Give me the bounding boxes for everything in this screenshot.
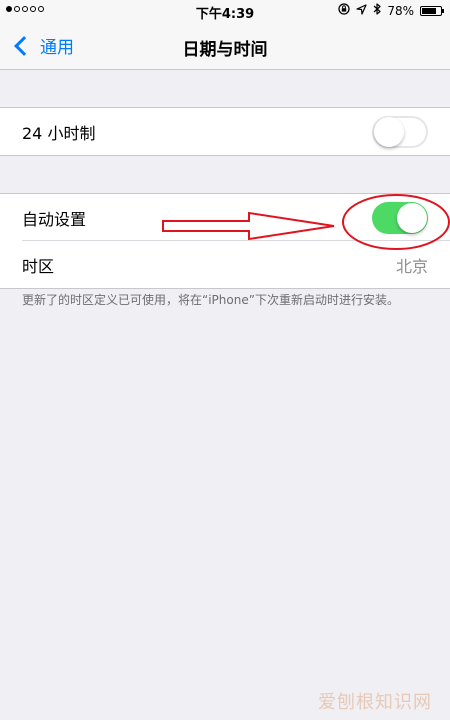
status-icons: 78%	[338, 3, 444, 18]
setting-row-auto-set: 自动设置	[0, 194, 450, 241]
twenty-four-hour-toggle[interactable]	[372, 115, 428, 148]
settings-group-time-format: 24 小时制	[0, 107, 450, 156]
auto-set-toggle[interactable]	[372, 201, 428, 234]
settings-group-auto: 自动设置 时区 北京	[0, 193, 450, 289]
time-zone-value: 北京	[395, 256, 428, 276]
setting-label-time-zone: 时区	[22, 256, 55, 276]
location-icon	[356, 3, 367, 18]
setting-row-time-zone[interactable]: 时区 北京	[0, 241, 450, 288]
page-title: 日期与时间	[182, 40, 268, 60]
setting-label-24-hour: 24 小时制	[22, 123, 96, 143]
battery-percent: 78%	[387, 3, 414, 18]
bluetooth-icon	[373, 3, 381, 18]
battery-icon	[420, 5, 444, 16]
setting-row-24-hour: 24 小时制	[0, 108, 450, 155]
battery-fill	[422, 7, 437, 14]
time-zone-footnote: 更新了的时区定义已可使用，将在“iPhone”下次重新启动时进行安装。	[22, 293, 399, 307]
setting-label-auto-set: 自动设置	[22, 209, 87, 229]
watermark: 爱刨根知识网	[318, 692, 432, 713]
status-bar: 下午4:39 78%	[0, 0, 450, 22]
toggle-knob	[397, 202, 427, 233]
lock-rotation-icon	[338, 3, 350, 18]
nav-bar: 通用 日期与时间	[0, 22, 450, 70]
toggle-knob	[374, 116, 404, 147]
